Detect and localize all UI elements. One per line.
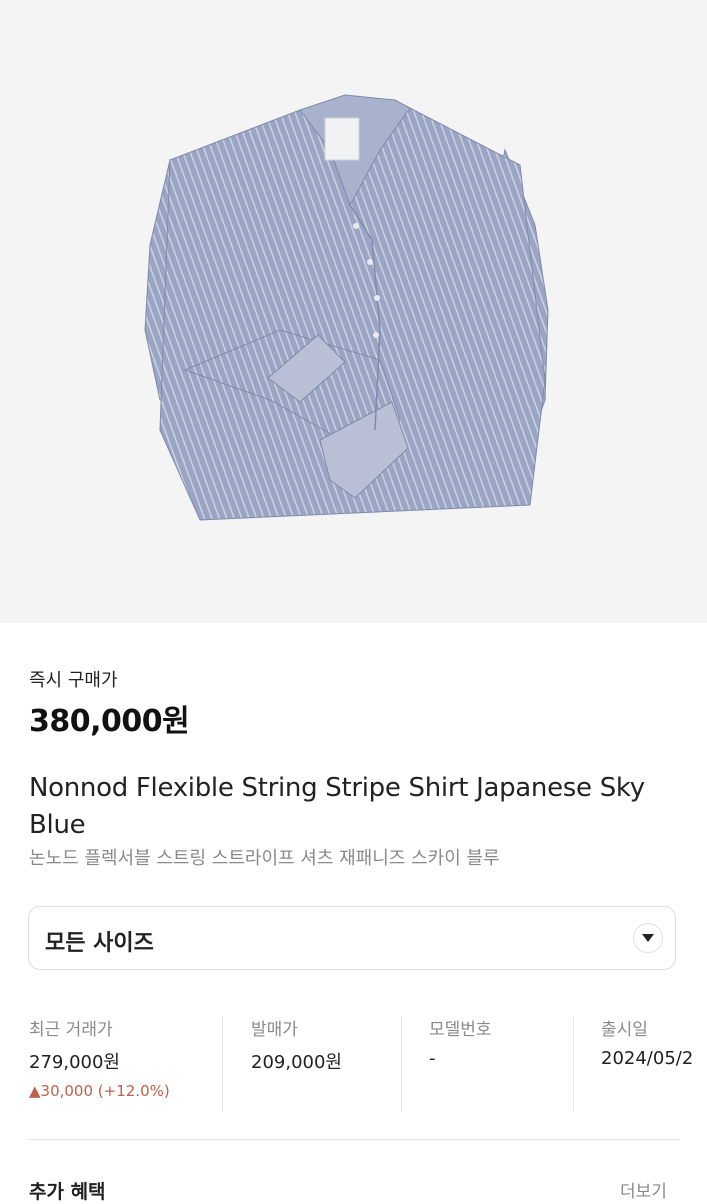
benefits-more-link[interactable]: 더보기	[620, 1177, 667, 1202]
release-date-label: 출시일	[601, 1020, 648, 1040]
chevron-down-icon[interactable]	[633, 923, 663, 953]
release-price-value: 209,000원	[251, 1052, 342, 1073]
product-name-en: Nonnod Flexible String Stripe Shirt Japa…	[29, 773, 645, 840]
recent-trade-info: 최근 거래가 279,000원 ▲30,000 (+12.0%)	[29, 1015, 170, 1100]
buy-now-label: 즉시 구매가	[29, 670, 118, 691]
section-divider	[28, 1139, 680, 1140]
recent-trade-value: 279,000원	[29, 1052, 120, 1073]
release-date-value: 2024/05/2	[601, 1048, 694, 1069]
release-price-label: 발매가	[251, 1020, 298, 1040]
product-image	[144, 94, 549, 521]
info-divider	[401, 1016, 402, 1112]
recent-trade-label: 최근 거래가	[29, 1020, 113, 1040]
info-divider	[573, 1016, 574, 1112]
model-number-value: -	[429, 1048, 436, 1069]
info-divider	[222, 1016, 223, 1112]
model-number-info: 모델번호 -	[429, 1015, 492, 1069]
product-name-ko: 논노드 플렉서블 스트링 스트라이프 셔츠 재패니즈 스카이 블루	[29, 848, 500, 869]
release-price-info: 발매가 209,000원	[251, 1015, 342, 1074]
release-date-info: 출시일 2024/05/2	[601, 1015, 693, 1069]
buy-now-price: 380,000원	[29, 704, 190, 739]
size-selector[interactable]: 모든 사이즈	[28, 906, 676, 970]
product-image-area[interactable]	[0, 0, 707, 623]
recent-trade-change: ▲30,000 (+12.0%)	[29, 1082, 170, 1100]
model-number-label: 모델번호	[429, 1020, 492, 1040]
size-selector-label: 모든 사이즈	[45, 931, 154, 956]
